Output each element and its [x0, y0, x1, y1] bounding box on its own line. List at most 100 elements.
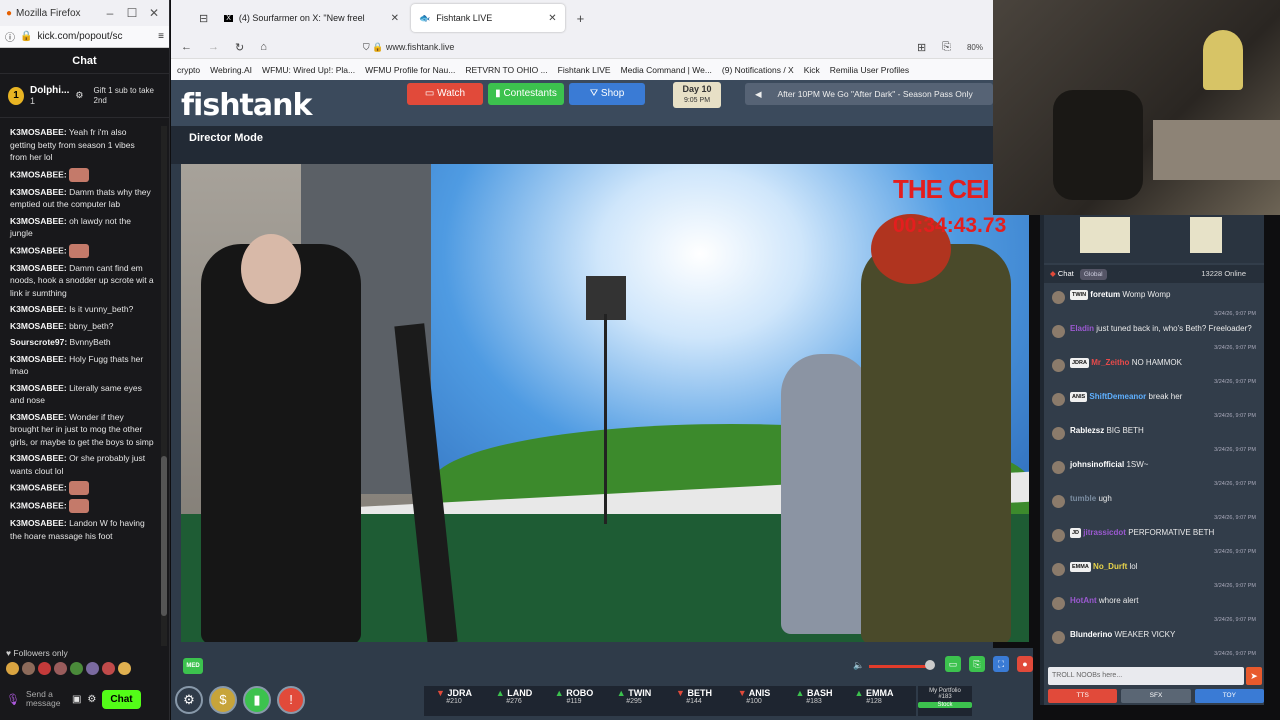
new-tab-button[interactable]: +: [577, 11, 585, 26]
popout-url[interactable]: kick.com/popout/sc: [37, 31, 122, 42]
contestant-card[interactable]: ▼ JDRA #210: [424, 686, 484, 716]
chat-username[interactable]: K3MOSABEE:: [10, 216, 67, 226]
emote-icon[interactable]: [86, 662, 99, 675]
contestants-button[interactable]: ▮ Contestants: [488, 83, 564, 105]
alert-icon[interactable]: !: [277, 686, 305, 714]
emote-icon[interactable]: [102, 662, 115, 675]
emote-icon[interactable]: [54, 662, 67, 675]
portfolio-widget[interactable]: My Portfolio #183 Stock: [918, 686, 972, 716]
bookmark-item[interactable]: WFMU: Wired Up!: Pla...: [262, 65, 355, 75]
cast-icon[interactable]: ⎘: [969, 656, 985, 672]
zoom-level[interactable]: 80%: [967, 43, 983, 52]
scrollbar-thumb[interactable]: [161, 456, 167, 616]
emote-icon[interactable]: [70, 662, 83, 675]
quality-button[interactable]: MED: [183, 658, 203, 674]
avatar[interactable]: [1052, 529, 1065, 542]
avatar[interactable]: [1052, 427, 1065, 440]
avatar[interactable]: [1052, 393, 1065, 406]
forward-arrow-icon[interactable]: →: [208, 41, 219, 53]
emote-icon[interactable]: [22, 662, 35, 675]
maximize-button[interactable]: ☐: [123, 6, 141, 20]
chat-username[interactable]: foretum: [1090, 290, 1120, 299]
avatar[interactable]: [1052, 563, 1065, 576]
chat-username[interactable]: K3MOSABEE:: [10, 187, 67, 197]
chat-message-list[interactable]: TWIN foretum Womp Womp 3/24/26, 9:07 PM El…: [1048, 287, 1260, 661]
gift-box-icon[interactable]: ▣: [72, 694, 81, 705]
avatar[interactable]: [1052, 461, 1065, 474]
chat-username[interactable]: K3MOSABEE:: [10, 127, 67, 137]
volume-slider[interactable]: [869, 665, 931, 668]
tab-sourfarmer[interactable]: X (4) Sourfarmer on X: "New freel ✕: [216, 4, 407, 32]
bookmark-item[interactable]: crypto: [177, 65, 200, 75]
toy-button[interactable]: TOY: [1194, 689, 1264, 703]
tts-button[interactable]: TTS: [1048, 689, 1118, 703]
ticker-back-icon[interactable]: ◀: [755, 89, 762, 99]
settings-gear-icon[interactable]: ⚙: [87, 694, 96, 705]
popout-urlbar[interactable]: ⓘ 🔒 kick.com/popout/sc ≡: [0, 26, 169, 48]
address-bar[interactable]: ⛉ 🔒 www.fishtank.live: [363, 42, 455, 53]
info-icon[interactable]: ⓘ: [5, 29, 15, 44]
chat-username[interactable]: HotAnt: [1070, 596, 1097, 605]
close-tab-icon[interactable]: ✕: [391, 13, 399, 24]
chat-username[interactable]: K3MOSABEE:: [10, 482, 67, 492]
emote-icon[interactable]: [118, 662, 131, 675]
address-url[interactable]: www.fishtank.live: [386, 42, 455, 52]
watch-button[interactable]: ▭ Watch: [407, 83, 483, 105]
chat-username[interactable]: K3MOSABEE:: [10, 354, 67, 364]
global-room-tab[interactable]: Global: [1079, 269, 1107, 280]
minimize-button[interactable]: –: [101, 6, 119, 20]
avatar[interactable]: [1052, 495, 1065, 508]
contestant-card[interactable]: ▲ EMMA #128: [844, 686, 904, 716]
chat-username[interactable]: Rablezsz: [1070, 426, 1104, 435]
coins-icon[interactable]: $: [209, 686, 237, 714]
chat-username[interactable]: jitrassicdot: [1083, 528, 1126, 537]
tab-list-icon[interactable]: ⊟: [199, 12, 208, 25]
volume-knob[interactable]: [925, 660, 935, 670]
avatar[interactable]: [1052, 597, 1065, 610]
chat-username[interactable]: K3MOSABEE:: [10, 245, 67, 255]
sfx-button[interactable]: SFX: [1121, 689, 1191, 703]
chat-username[interactable]: K3MOSABEE:: [10, 500, 67, 510]
contestant-card[interactable]: ▲ ROBO #119: [544, 686, 604, 716]
chat-scrollbar[interactable]: [161, 126, 167, 646]
shop-button[interactable]: ⛛ Shop: [569, 83, 645, 105]
chat-username[interactable]: Eladin: [1070, 324, 1094, 333]
bookmark-item[interactable]: (9) Notifications / X: [722, 65, 794, 75]
chat-message-list[interactable]: K3MOSABEE: Yeah fr i'm also getting bett…: [0, 126, 160, 646]
chat-username[interactable]: tumble: [1070, 494, 1096, 503]
bookmark-item[interactable]: WFMU Profile for Nau...: [365, 65, 455, 75]
emote-icon[interactable]: [6, 662, 19, 675]
back-arrow-icon[interactable]: ←: [181, 41, 192, 53]
bookmark-item[interactable]: Webring.AI: [210, 65, 252, 75]
chat-username[interactable]: K3MOSABEE:: [10, 518, 67, 528]
gift-sub-text[interactable]: Gift 1 sub to take 2nd: [94, 86, 162, 106]
screenshot-icon[interactable]: ⎘: [942, 41, 951, 54]
close-tab-icon[interactable]: ✕: [548, 13, 556, 24]
contestant-card[interactable]: ▲ BASH #183: [784, 686, 844, 716]
bookmark-item[interactable]: Fishtank LIVE: [558, 65, 611, 75]
chat-username[interactable]: Mr_Zeitho: [1091, 358, 1129, 367]
chat-username[interactable]: No_Durft: [1093, 562, 1127, 571]
fishtank-logo[interactable]: fishtank: [181, 88, 312, 123]
record-icon[interactable]: ●: [1017, 656, 1033, 672]
chat-username[interactable]: K3MOSABEE:: [10, 169, 67, 179]
avatar[interactable]: [1052, 291, 1065, 304]
menu-icon[interactable]: ≡: [158, 31, 164, 42]
contestant-card[interactable]: ▼ ANIS #100: [724, 686, 784, 716]
emote-picker-row[interactable]: [6, 662, 131, 675]
chat-input[interactable]: Send a message: [26, 690, 66, 708]
contestant-card[interactable]: ▼ BETH #144: [664, 686, 724, 716]
chat-username[interactable]: Blunderino: [1070, 630, 1112, 639]
reader-view-icon[interactable]: ⊞: [917, 41, 926, 54]
contestant-card[interactable]: ▲ TWIN #295: [604, 686, 664, 716]
send-arrow-icon[interactable]: ➤: [1246, 667, 1262, 685]
avatar[interactable]: [1052, 631, 1065, 644]
home-icon[interactable]: ⌂: [260, 41, 267, 53]
settings-gear-icon[interactable]: ⚙: [175, 686, 203, 714]
chat-input[interactable]: TROLL NOOBs here...: [1048, 667, 1244, 685]
pinned-gifter[interactable]: 1 Dolphi... 1 ⚙ Gift 1 sub to take 2nd: [0, 74, 169, 118]
chat-username[interactable]: ShiftDemeanor: [1089, 392, 1146, 401]
reload-icon[interactable]: ↻: [235, 41, 244, 54]
chat-username[interactable]: K3MOSABEE:: [10, 383, 67, 393]
chat-username[interactable]: K3MOSABEE:: [10, 321, 67, 331]
